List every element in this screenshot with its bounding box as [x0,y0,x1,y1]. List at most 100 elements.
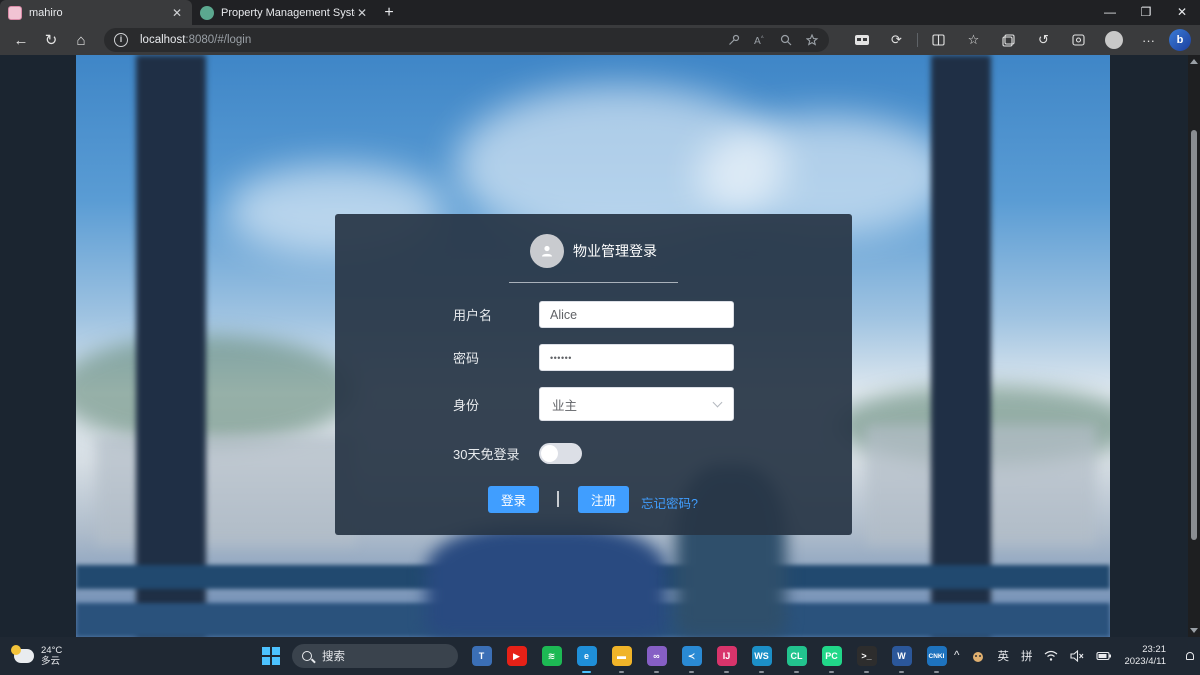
url-host: localhost [140,34,186,46]
favorites-icon[interactable]: ☆ [959,27,988,53]
login-button[interactable]: 登录 [488,486,539,513]
button-separator [557,491,559,507]
page-scrollbar[interactable] [1188,55,1200,637]
history-icon[interactable]: ↺ [1029,27,1058,53]
toolbar-right-icons: ⟳ ☆ ↺ ··· b [847,27,1191,53]
key-icon[interactable] [728,34,740,46]
tab-mahiro[interactable]: mahiro ✕ [0,0,192,25]
address-bar[interactable]: i localhost:8080/#/login Aᴬ [104,28,829,52]
split-screen-icon[interactable] [924,27,953,53]
start-button[interactable] [262,647,280,665]
windows-logo-icon [262,647,271,656]
collections-icon[interactable] [994,27,1023,53]
app-word[interactable]: W [884,637,919,675]
ime-language[interactable]: 英 [997,648,1009,664]
close-tab-icon[interactable]: ✕ [170,6,184,20]
remember-toggle[interactable] [539,443,582,464]
weather-text: 24°C 多云 [41,645,62,667]
profile-icon[interactable] [1099,27,1128,53]
vscode-icon: ≺ [681,646,702,666]
more-icon[interactable]: ··· [1134,27,1163,53]
read-aloud-icon[interactable]: Aᴬ [754,34,766,46]
toggle-knob [541,445,558,462]
search-placeholder: 搜索 [322,651,345,663]
tab-property-management-system[interactable]: Property Management System ✕ [192,0,377,25]
app-webstorm[interactable]: WS [744,637,779,675]
partly-cloudy-icon [11,645,34,663]
scroll-down-icon[interactable] [1190,628,1198,633]
role-select[interactable]: 业主 [539,387,734,421]
refresh-icon[interactable]: ⟳ [882,27,911,53]
tray-overflow-chevron-icon[interactable]: ^ [954,650,959,662]
login-title: 物业管理登录 [573,243,657,259]
screenshot-icon[interactable] [1064,27,1093,53]
username-input[interactable]: Alice [539,301,734,328]
extension-icon[interactable] [847,27,876,53]
username-row: 用户名 Alice [453,301,734,328]
tab-label: mahiro [29,6,63,19]
remember-label: 30天免登录 [453,447,520,462]
page-viewport: 物业管理登录 用户名 Alice 密码 •••••• 身份 业主 30天免登录 … [0,55,1200,637]
site-info-icon[interactable]: i [114,33,128,47]
weather-widget[interactable]: 24°C 多云 [11,645,104,667]
tray-app-icon[interactable] [971,649,985,663]
app-file-explorer[interactable]: ▬ [604,637,639,675]
app-terminal[interactable]: >_ [849,637,884,675]
battery-icon[interactable] [1096,650,1112,662]
app-typora[interactable]: T [464,637,499,675]
tab-label: Property Management System [221,6,355,19]
url-text[interactable]: localhost:8080/#/login [140,34,251,46]
new-tab-button[interactable]: + [377,0,401,25]
app-spotify[interactable]: ≋ [534,637,569,675]
volume-muted-icon[interactable] [1070,650,1084,662]
terminal-icon: >_ [856,646,877,666]
restore-button[interactable]: ❐ [1128,0,1164,25]
minimize-button[interactable]: — [1092,0,1128,25]
bing-icon[interactable]: b [1169,29,1191,51]
scrollbar-thumb[interactable] [1191,130,1197,540]
password-label: 密码 [453,351,480,366]
home-button[interactable]: ⌂ [66,27,96,53]
app-vscode[interactable]: ≺ [674,637,709,675]
clion-icon: CL [786,646,807,666]
reload-button[interactable]: ↻ [36,27,66,53]
intellij-icon: IJ [716,646,737,666]
favorite-add-icon[interactable] [806,34,819,46]
forgot-password-link[interactable]: 忘记密码? [641,493,698,512]
app-visual-studio[interactable]: ∞ [639,637,674,675]
app-edge[interactable]: e [569,637,604,675]
url-rest: :8080/#/login [185,34,252,46]
app-cnki[interactable]: CNKI [919,637,954,675]
app-pycharm[interactable]: PC [814,637,849,675]
visual-studio-icon: ∞ [646,646,667,666]
avatar [1104,31,1123,49]
register-button[interactable]: 注册 [578,486,629,513]
spotify-icon: ≋ [541,646,562,666]
cnki-icon: CNKI [926,646,947,666]
user-avatar-icon [530,234,564,268]
chevron-down-icon [712,397,723,407]
wifi-icon[interactable] [1044,650,1058,662]
zoom-icon[interactable] [780,34,792,46]
role-label: 身份 [453,397,480,413]
notification-bell-icon[interactable] [1186,652,1194,660]
login-header: 物业管理登录 [335,234,852,268]
close-tab-icon[interactable]: ✕ [355,6,369,20]
app-clion[interactable]: CL [779,637,814,675]
login-card: 物业管理登录 用户名 Alice 密码 •••••• 身份 业主 30天免登录 … [335,214,852,535]
svg-text:A: A [754,36,761,46]
back-button[interactable]: ← [6,27,36,53]
app-intellij[interactable]: IJ [709,637,744,675]
taskbar: 24°C 多云 搜索 T ▶ ≋ e ▬ ∞ ≺ IJ WS CL PC >_ W CNKI ^ 英 拼 … [0,637,1200,675]
search-icon [302,651,312,661]
remember-row: 30天免登录 [453,443,582,464]
app-youtube[interactable]: ▶ [499,637,534,675]
ime-mode[interactable]: 拼 [1021,648,1033,664]
taskbar-clock[interactable]: 23:21 2023/4/11 [1124,644,1166,668]
svg-text:ᴬ: ᴬ [761,35,764,42]
password-input[interactable]: •••••• [539,344,734,371]
scroll-up-icon[interactable] [1190,59,1198,64]
username-label: 用户名 [453,308,493,323]
taskbar-search[interactable]: 搜索 [292,644,458,668]
close-window-button[interactable]: ✕ [1164,0,1200,25]
